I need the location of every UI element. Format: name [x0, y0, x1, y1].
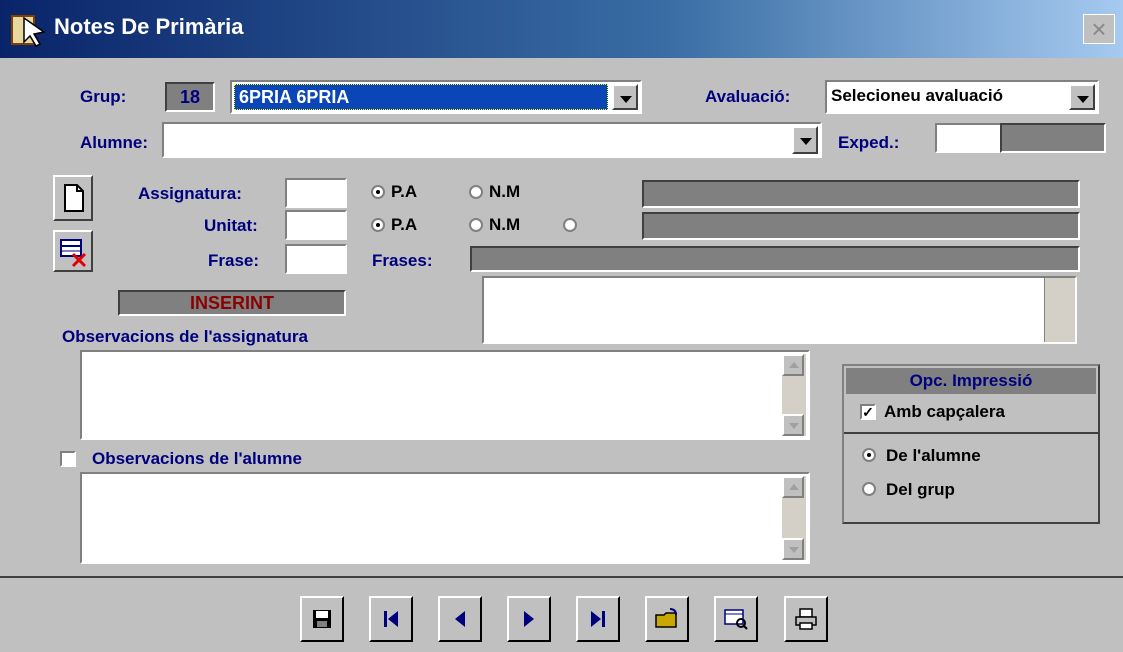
frases-textarea[interactable]	[482, 276, 1077, 344]
scroll-down-icon[interactable]	[782, 538, 804, 560]
unitat-nm-radio[interactable]	[469, 218, 483, 232]
last-icon	[591, 611, 605, 627]
first-icon	[384, 611, 398, 627]
previous-record-button[interactable]	[438, 596, 482, 642]
previous-icon	[455, 611, 465, 627]
amb-capcalera-label: Amb capçalera	[884, 402, 1005, 421]
avaluacio-label: Avaluació:	[705, 87, 791, 106]
amb-capcalera-checkbox[interactable]: ✓	[860, 404, 876, 420]
frases-scrollbar[interactable]	[1044, 278, 1075, 342]
assignatura-description	[642, 180, 1080, 208]
avaluacio-select[interactable]: Selecioneu avaluació	[825, 80, 1099, 114]
exped-label: Exped.:	[838, 133, 900, 152]
de-alumne-radio[interactable]	[862, 448, 876, 462]
new-button[interactable]	[53, 175, 93, 221]
scroll-up-icon[interactable]	[782, 354, 804, 376]
obs-assignatura-scrollbar[interactable]	[782, 354, 806, 436]
obs-alumne-label: Observacions de l'alumne	[92, 449, 303, 468]
assignatura-label: Assignatura:	[138, 184, 242, 203]
frase-field[interactable]	[285, 244, 347, 274]
grup-select[interactable]: 6PRIA 6PRIA	[230, 80, 642, 114]
app-icon	[11, 15, 46, 47]
next-icon	[524, 611, 534, 627]
delete-button[interactable]	[53, 230, 93, 272]
obs-assignatura-label: Observacions de l'assignatura	[62, 327, 308, 346]
unitat-other-radio[interactable]	[563, 218, 577, 232]
assignatura-pa-label: P.A	[391, 182, 418, 201]
status-badge: INSERINT	[118, 290, 346, 316]
exped-field[interactable]	[935, 123, 1003, 153]
assignatura-pa-radio[interactable]	[371, 185, 385, 199]
obs-alumne-scrollbar[interactable]	[782, 476, 806, 560]
notes-window: Notes De Primària × Grup: 18 6PRIA 6PRIA…	[0, 0, 1123, 652]
first-record-button[interactable]	[369, 596, 413, 642]
panel-divider	[844, 432, 1098, 434]
chevron-down-icon[interactable]	[1069, 84, 1095, 110]
title-bar: Notes De Primària ×	[0, 0, 1123, 58]
printer-icon	[795, 608, 817, 630]
grup-select-value: 6PRIA 6PRIA	[234, 84, 608, 110]
unitat-nm-label: N.M	[489, 215, 521, 234]
alumne-label: Alumne:	[80, 133, 148, 152]
new-document-icon	[64, 184, 84, 212]
alumne-select[interactable]	[162, 122, 822, 158]
de-alumne-label: De l'alumne	[886, 446, 981, 465]
unitat-pa-label: P.A	[391, 215, 418, 234]
obs-alumne-checkbox[interactable]	[60, 451, 76, 467]
assignatura-field[interactable]	[285, 178, 347, 208]
unitat-field[interactable]	[285, 210, 347, 240]
unitat-description	[642, 212, 1080, 240]
assignatura-nm-radio[interactable]	[469, 185, 483, 199]
scroll-up-icon[interactable]	[782, 476, 804, 498]
toolbar-separator	[0, 576, 1123, 578]
obs-assignatura-textarea[interactable]	[80, 350, 810, 440]
preview-button[interactable]	[714, 596, 758, 642]
frase-label: Frase:	[208, 251, 260, 270]
frases-display	[470, 246, 1080, 272]
assignatura-nm-label: N.M	[489, 182, 521, 201]
close-button[interactable]: ×	[1083, 14, 1115, 44]
exped-display	[1000, 123, 1106, 153]
print-options-panel: Opc. Impressió ✓ Amb capçalera De l'alum…	[842, 364, 1100, 524]
frases-label: Frases:	[372, 251, 433, 270]
delete-grid-icon	[60, 239, 87, 268]
avaluacio-select-value: Selecioneu avaluació	[831, 86, 1003, 105]
save-button[interactable]	[300, 596, 344, 642]
chevron-down-icon[interactable]	[612, 84, 638, 110]
print-button[interactable]	[784, 596, 828, 642]
preview-icon	[724, 609, 748, 630]
save-icon	[313, 610, 331, 628]
del-grup-label: Del grup	[886, 480, 955, 499]
next-record-button[interactable]	[507, 596, 551, 642]
grup-label: Grup:	[80, 87, 127, 106]
scroll-down-icon[interactable]	[782, 414, 804, 436]
unitat-label: Unitat:	[204, 216, 258, 235]
obs-alumne-textarea[interactable]	[80, 472, 810, 564]
grup-number: 18	[165, 82, 215, 112]
folder-icon	[655, 608, 677, 628]
last-record-button[interactable]	[576, 596, 620, 642]
chevron-down-icon[interactable]	[792, 126, 818, 154]
del-grup-radio[interactable]	[862, 482, 876, 496]
window-title: Notes De Primària	[54, 14, 244, 39]
open-button[interactable]	[645, 596, 689, 642]
print-options-header: Opc. Impressió	[846, 368, 1096, 394]
unitat-pa-radio[interactable]	[371, 218, 385, 232]
